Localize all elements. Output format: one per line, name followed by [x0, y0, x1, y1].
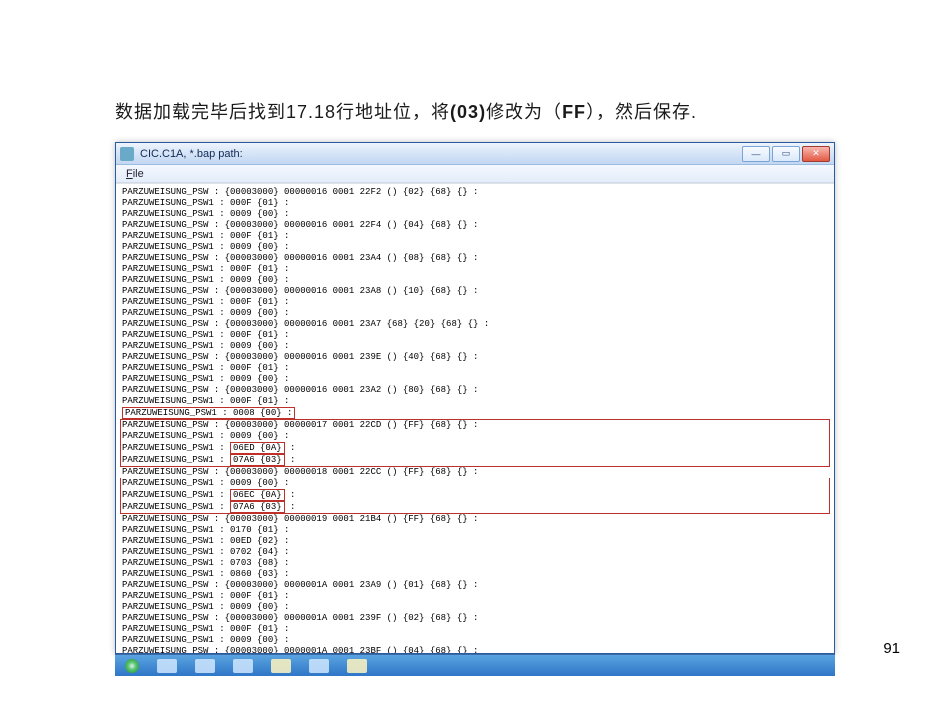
window-titlebar[interactable]: CIC.C1A, *.bap path: — ▭ ✕	[116, 143, 834, 165]
taskbar-app-icon[interactable]	[157, 659, 177, 673]
taskbar[interactable]	[115, 654, 835, 676]
data-line: PARZUWEISUNG_PSW : {00003000} 00000016 0…	[122, 187, 828, 198]
data-line: PARZUWEISUNG_PSW1 : 0860 {03} :	[122, 569, 828, 580]
data-line: PARZUWEISUNG_PSW1 : 000F {01} :	[122, 330, 828, 341]
highlight-cell-06EC: 06EC {0A}	[230, 489, 285, 501]
window-title: CIC.C1A, *.bap path:	[140, 148, 740, 160]
data-line: PARZUWEISUNG_PSW1 : 000F {01} :	[122, 231, 828, 242]
data-line: PARZUWEISUNG_PSW : {00003000} 0000001A 0…	[122, 613, 828, 624]
data-line: PARZUWEISUNG_PSW1 : 000F {01} :	[122, 396, 828, 407]
taskbar-app-icon[interactable]	[233, 659, 253, 673]
taskbar-app-icon[interactable]	[195, 659, 215, 673]
data-line: PARZUWEISUNG_PSW : {00003000} 00000016 0…	[122, 220, 828, 231]
data-line: PARZUWEISUNG_PSW : {00003000} 00000016 0…	[122, 352, 828, 363]
data-line: PARZUWEISUNG_PSW1 : 0009 {00} :	[122, 341, 828, 352]
data-line: PARZUWEISUNG_PSW1 : 000F {01} :	[122, 264, 828, 275]
data-line: PARZUWEISUNG_PSW1 : 0009 {00} :	[122, 431, 828, 442]
data-line: PARZUWEISUNG_PSW1 : 000F {01} :	[122, 591, 828, 602]
data-line: PARZUWEISUNG_PSW1 : 06EC {0A} :	[122, 489, 828, 501]
data-line: PARZUWEISUNG_PSW1 : 0703 {08} :	[122, 558, 828, 569]
code-content[interactable]: PARZUWEISUNG_PSW : {00003000} 00000016 0…	[116, 183, 834, 653]
data-line: PARZUWEISUNG_PSW : {00003000} 00000019 0…	[122, 514, 828, 525]
data-line: PARZUWEISUNG_PSW : {00003000} 00000016 0…	[122, 286, 828, 297]
data-line: PARZUWEISUNG_PSW1 : 000F {01} :	[122, 297, 828, 308]
data-line: PARZUWEISUNG_PSW1 : 07A6 {03} :	[122, 454, 828, 466]
menu-file[interactable]: File	[122, 168, 148, 180]
data-line: PARZUWEISUNG_PSW1 : 00ED {02} :	[122, 536, 828, 547]
data-line: PARZUWEISUNG_PSW : {00003000} 00000018 0…	[122, 467, 828, 478]
instruction-text: 数据加载完毕后找到17.18行地址位，将(03)修改为（FF），然后保存.	[115, 98, 910, 124]
data-line: PARZUWEISUNG_PSW : {00003000} 0000001A 0…	[122, 580, 828, 591]
data-line: PARZUWEISUNG_PSW1 : 0009 {00} :	[122, 275, 828, 286]
taskbar-app-icon[interactable]	[309, 659, 329, 673]
taskbar-start-icon[interactable]	[125, 659, 139, 673]
maximize-button[interactable]: ▭	[772, 146, 800, 162]
taskbar-app-icon[interactable]	[271, 659, 291, 673]
data-line: PARZUWEISUNG_PSW1 : 06ED {0A} :	[122, 442, 828, 454]
app-window: CIC.C1A, *.bap path: — ▭ ✕ File PARZUWEI…	[115, 142, 835, 654]
data-line: PARZUWEISUNG_PSW1 : 0009 {00} :	[122, 478, 828, 489]
data-line: PARZUWEISUNG_PSW : {00003000} 00000016 0…	[122, 385, 828, 396]
highlight-cell-06ED: 06ED {0A}	[230, 442, 285, 454]
data-line: PARZUWEISUNG_PSW1 : 0009 {00} :	[122, 209, 828, 220]
highlight-group-1: PARZUWEISUNG_PSW : {00003000} 00000017 0…	[120, 419, 830, 467]
data-line: PARZUWEISUNG_PSW : {00003000} 00000016 0…	[122, 319, 828, 330]
highlight-cell-07A6-b: 07A6 {03}	[230, 501, 285, 513]
data-line: PARZUWEISUNG_PSW1 : 0170 {01} :	[122, 525, 828, 536]
app-icon	[120, 147, 134, 161]
data-line: PARZUWEISUNG_PSW1 : 000F {01} :	[122, 198, 828, 209]
data-line: PARZUWEISUNG_PSW1 : 07A6 {03} :	[122, 501, 828, 513]
data-line: PARZUWEISUNG_PSW1 : 000F {01} :	[122, 363, 828, 374]
data-line: PARZUWEISUNG_PSW1 : 0009 {00} :	[122, 242, 828, 253]
data-line: PARZUWEISUNG_PSW : {00003000} 00000017 0…	[122, 420, 828, 431]
close-button[interactable]: ✕	[802, 146, 830, 162]
data-line: PARZUWEISUNG_PSW : {00003000} 00000016 0…	[122, 253, 828, 264]
data-line: PARZUWEISUNG_PSW1 : 0009 {00} :	[122, 635, 828, 646]
page-number: 91	[883, 640, 900, 657]
data-line: PARZUWEISUNG_PSW1 : 000F {01} :	[122, 624, 828, 635]
highlight-group-2: PARZUWEISUNG_PSW1 : 0009 {00} : PARZUWEI…	[120, 478, 830, 514]
data-line: PARZUWEISUNG_PSW1 : 0702 {04} :	[122, 547, 828, 558]
minimize-button[interactable]: —	[742, 146, 770, 162]
data-line: PARZUWEISUNG_PSW1 : 0009 {00} :	[122, 602, 828, 613]
highlight-cell-07A6-a: 07A6 {03}	[230, 454, 285, 466]
data-line: PARZUWEISUNG_PSW : {00003000} 0000001A 0…	[122, 646, 828, 653]
menu-bar: File	[116, 165, 834, 183]
data-line: PARZUWEISUNG_PSW1 : 0009 {00} :	[122, 308, 828, 319]
highlight-row-0008: PARZUWEISUNG_PSW1 : 0008 {00} :	[122, 407, 295, 419]
taskbar-app-icon[interactable]	[347, 659, 367, 673]
data-line: PARZUWEISUNG_PSW1 : 0009 {00} :	[122, 374, 828, 385]
